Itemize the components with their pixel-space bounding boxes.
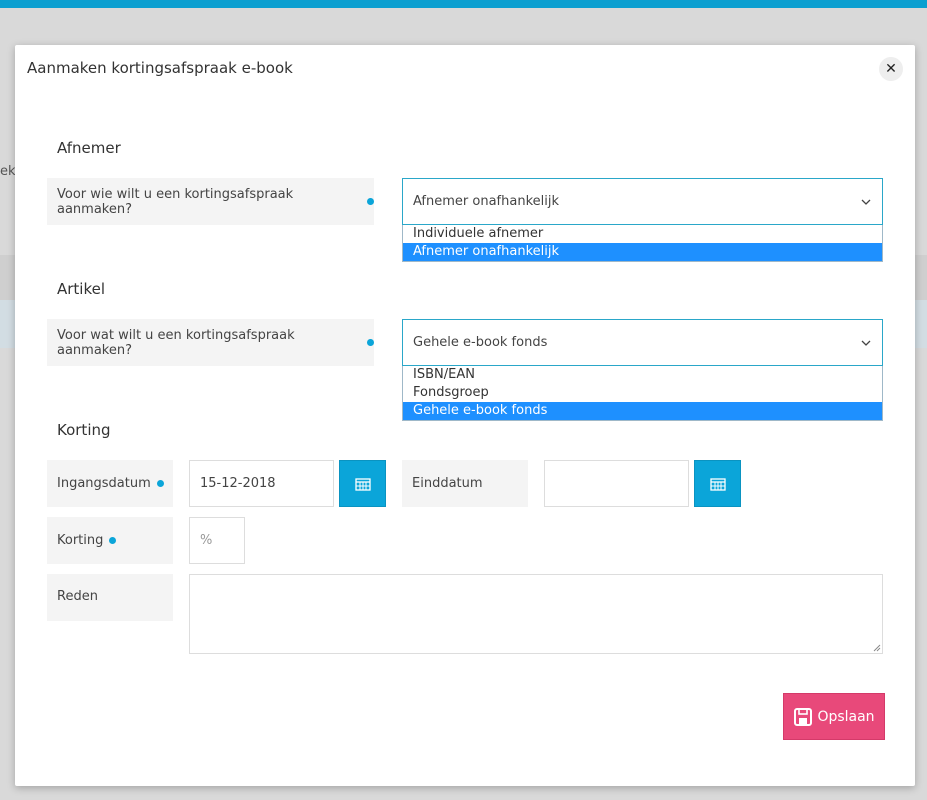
article-select-value: Gehele e-book fonds bbox=[413, 335, 548, 350]
required-indicator bbox=[367, 198, 374, 205]
end-date-calendar-button[interactable] bbox=[694, 460, 741, 507]
resize-handle-icon[interactable] bbox=[873, 644, 881, 652]
save-button[interactable]: Opslaan bbox=[783, 693, 885, 740]
chevron-down-icon bbox=[861, 340, 871, 346]
article-select[interactable]: Gehele e-book fonds bbox=[402, 319, 883, 366]
reason-label-text: Reden bbox=[57, 589, 98, 604]
save-button-label: Opslaan bbox=[817, 708, 875, 725]
article-question-label: Voor wat wilt u een kortingsafspraak aan… bbox=[47, 319, 374, 366]
floppy-disk-icon bbox=[794, 707, 813, 726]
section-title-korting: Korting bbox=[57, 421, 111, 439]
section-title-artikel: Artikel bbox=[57, 280, 106, 298]
customer-select-value: Afnemer onafhankelijk bbox=[413, 194, 559, 209]
article-option[interactable]: ISBN/EAN bbox=[403, 366, 882, 384]
end-date-label-text: Einddatum bbox=[412, 476, 483, 491]
chevron-down-icon bbox=[861, 199, 871, 205]
discount-label: Korting bbox=[47, 517, 173, 564]
app-top-bar bbox=[0, 0, 927, 8]
close-button[interactable]: ✕ bbox=[879, 57, 903, 81]
start-date-calendar-button[interactable] bbox=[339, 460, 386, 507]
required-indicator bbox=[109, 537, 117, 544]
background-text-fragment: ek bbox=[0, 164, 16, 179]
customer-select[interactable]: Afnemer onafhankelijk bbox=[402, 178, 883, 225]
article-question-text: Voor wat wilt u een kortingsafspraak aan… bbox=[57, 327, 295, 358]
discount-placeholder: % bbox=[200, 533, 213, 548]
modal-title: Aanmaken kortingsafspraak e-book bbox=[27, 59, 293, 77]
discount-agreement-modal: Aanmaken kortingsafspraak e-book ✕ Afnem… bbox=[15, 45, 915, 786]
end-date-input[interactable] bbox=[544, 460, 689, 507]
end-date-label: Einddatum bbox=[402, 460, 528, 507]
article-option-selected[interactable]: Gehele e-book fonds bbox=[403, 402, 882, 420]
section-title-afnemer: Afnemer bbox=[57, 139, 121, 157]
article-option[interactable]: Fondsgroep bbox=[403, 384, 882, 402]
start-date-value: 15-12-2018 bbox=[200, 476, 276, 491]
customer-option-selected[interactable]: Afnemer onafhankelijk bbox=[403, 243, 882, 261]
close-icon: ✕ bbox=[885, 61, 897, 77]
customer-option-list: Individuele afnemer Afnemer onafhankelij… bbox=[402, 225, 883, 262]
reason-label: Reden bbox=[47, 574, 173, 621]
calendar-icon bbox=[354, 477, 371, 491]
start-date-label: Ingangsdatum bbox=[47, 460, 173, 507]
calendar-icon bbox=[709, 477, 726, 491]
discount-percentage-input[interactable]: % bbox=[189, 517, 245, 564]
start-date-label-text: Ingangsdatum bbox=[57, 476, 151, 491]
discount-label-text: Korting bbox=[57, 533, 104, 548]
reason-textarea[interactable] bbox=[189, 574, 883, 654]
required-indicator bbox=[156, 480, 164, 487]
customer-question-label: Voor wie wilt u een kortingsafspraak aan… bbox=[47, 178, 374, 225]
start-date-input[interactable]: 15-12-2018 bbox=[189, 460, 334, 507]
article-option-list: ISBN/EAN Fondsgroep Gehele e-book fonds bbox=[402, 366, 883, 421]
customer-question-text: Voor wie wilt u een kortingsafspraak aan… bbox=[57, 186, 294, 217]
customer-option[interactable]: Individuele afnemer bbox=[403, 225, 882, 243]
required-indicator bbox=[367, 339, 374, 346]
